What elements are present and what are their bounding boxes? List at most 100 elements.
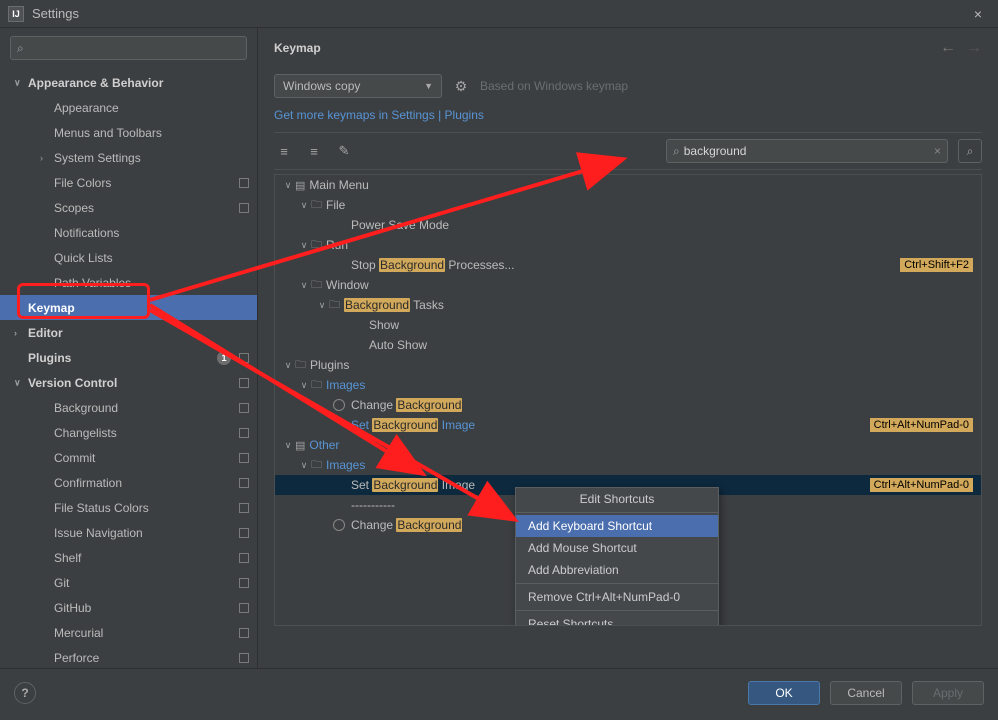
ctx-add-keyboard-shortcut[interactable]: Add Keyboard Shortcut: [516, 515, 718, 537]
sidebar-item-label: Keymap: [28, 301, 75, 315]
tree-row[interactable]: ∨🗀File: [275, 195, 981, 215]
nav-back-icon[interactable]: ←: [940, 39, 956, 57]
project-scope-icon: [239, 553, 249, 563]
action-search-input[interactable]: [684, 144, 930, 158]
sidebar-search-input[interactable]: [28, 41, 240, 55]
plugin-update-badge: 1: [217, 351, 231, 365]
project-scope-icon: [239, 578, 249, 588]
ctx-remove-shortcut[interactable]: Remove Ctrl+Alt+NumPad-0: [516, 586, 718, 608]
sidebar-item-label: Scopes: [54, 201, 94, 215]
sidebar-item-issue-navigation[interactable]: Issue Navigation: [0, 520, 257, 545]
more-keymaps-link[interactable]: Get more keymaps in Settings | Plugins: [274, 108, 484, 122]
sidebar-item-label: Git: [54, 576, 69, 590]
project-scope-icon: [239, 628, 249, 638]
sidebar-item-perforce[interactable]: Perforce: [0, 645, 257, 668]
tree-row[interactable]: Set Background ImageCtrl+Alt+NumPad-0: [275, 415, 981, 435]
search-icon: ⌕: [673, 144, 680, 159]
sidebar-item-mercurial[interactable]: Mercurial: [0, 620, 257, 645]
sidebar-nav: ∨Appearance & Behavior Appearance Menus …: [0, 66, 257, 668]
ctx-add-abbreviation[interactable]: Add Abbreviation: [516, 559, 718, 581]
sidebar-item-quick-lists[interactable]: Quick Lists: [0, 245, 257, 270]
clear-search-icon[interactable]: ×: [934, 144, 941, 158]
tree-row[interactable]: Stop Background Processes...Ctrl+Shift+F…: [275, 255, 981, 275]
search-icon: ⌕: [17, 41, 24, 56]
ctx-add-mouse-shortcut[interactable]: Add Mouse Shortcut: [516, 537, 718, 559]
sidebar-item-github[interactable]: GitHub: [0, 595, 257, 620]
more-keymaps-link-row: Get more keymaps in Settings | Plugins: [258, 104, 998, 132]
ctx-header: Edit Shortcuts: [516, 488, 718, 510]
sidebar-item-notifications[interactable]: Notifications: [0, 220, 257, 245]
expand-all-icon[interactable]: ≡: [274, 144, 294, 159]
tree-row[interactable]: ∨🗀Background Tasks: [275, 295, 981, 315]
find-by-shortcut-icon[interactable]: ⌕: [958, 139, 982, 163]
radio-icon: [333, 399, 345, 411]
cancel-button[interactable]: Cancel: [830, 681, 902, 705]
sidebar-item-label: Path Variables: [54, 276, 131, 290]
sidebar-item-git[interactable]: Git: [0, 570, 257, 595]
sidebar-item-changelists[interactable]: Changelists: [0, 420, 257, 445]
gear-icon[interactable]: ⚙: [452, 78, 470, 95]
sidebar-item-label: Plugins: [28, 351, 71, 365]
sidebar-item-commit[interactable]: Commit: [0, 445, 257, 470]
nav-forward-icon[interactable]: →: [966, 39, 982, 57]
tree-row[interactable]: ∨🗀Run: [275, 235, 981, 255]
tree-row[interactable]: Power Save Mode: [275, 215, 981, 235]
shortcut-badge: Ctrl+Alt+NumPad-0: [870, 418, 973, 432]
folder-icon: 🗀: [311, 456, 322, 475]
sidebar-item-path-variables[interactable]: Path Variables: [0, 270, 257, 295]
collapse-all-icon[interactable]: ≡: [304, 144, 324, 159]
project-scope-icon: [239, 378, 249, 388]
apply-button[interactable]: Apply: [912, 681, 984, 705]
tree-row[interactable]: Auto Show: [275, 335, 981, 355]
tree-row[interactable]: ∨🗀Window: [275, 275, 981, 295]
folder-icon: 🗀: [295, 356, 306, 375]
project-scope-icon: [239, 353, 249, 363]
sidebar-item-scopes[interactable]: Scopes: [0, 195, 257, 220]
sidebar-item-label: Quick Lists: [54, 251, 113, 265]
keymap-toolbar: Windows copy ▼ ⚙ Based on Windows keymap: [258, 68, 998, 104]
sidebar-item-system-settings[interactable]: ›System Settings: [0, 145, 257, 170]
settings-main: Keymap ← → Windows copy ▼ ⚙ Based on Win…: [258, 28, 998, 668]
sidebar-item-label: Shelf: [54, 551, 81, 565]
edit-icon[interactable]: ✎: [334, 143, 354, 159]
tree-row[interactable]: Change Background: [275, 395, 981, 415]
ctx-reset-shortcuts[interactable]: Reset Shortcuts: [516, 613, 718, 626]
project-scope-icon: [239, 428, 249, 438]
sidebar-item-label: Background: [54, 401, 118, 415]
close-icon[interactable]: ×: [966, 6, 990, 22]
action-search[interactable]: ⌕ ×: [666, 139, 948, 163]
sidebar-item-appearance[interactable]: Appearance: [0, 95, 257, 120]
tree-row[interactable]: ∨▤Other: [275, 435, 981, 455]
tree-row[interactable]: ∨🗀Images: [275, 455, 981, 475]
tree-row[interactable]: ∨🗀Images: [275, 375, 981, 395]
keymap-selector[interactable]: Windows copy ▼: [274, 74, 442, 98]
radio-icon: [333, 519, 345, 531]
project-scope-icon: [239, 603, 249, 613]
folder-icon: 🗀: [311, 196, 322, 215]
help-button[interactable]: ?: [14, 682, 36, 704]
sidebar-item-menus-toolbars[interactable]: Menus and Toolbars: [0, 120, 257, 145]
sidebar-search[interactable]: ⌕: [10, 36, 247, 60]
sidebar-item-label: Commit: [54, 451, 95, 465]
sidebar-item-confirmation[interactable]: Confirmation: [0, 470, 257, 495]
sidebar-item-file-colors[interactable]: File Colors: [0, 170, 257, 195]
folder-icon: ▤: [295, 179, 305, 192]
sidebar-item-file-status-colors[interactable]: File Status Colors: [0, 495, 257, 520]
ok-button[interactable]: OK: [748, 681, 820, 705]
sidebar-item-background[interactable]: Background: [0, 395, 257, 420]
tree-row[interactable]: ∨▤Main Menu: [275, 175, 981, 195]
sidebar-item-keymap[interactable]: Keymap: [0, 295, 257, 320]
sidebar-item-editor[interactable]: ›Editor: [0, 320, 257, 345]
sidebar-item-label: GitHub: [54, 601, 91, 615]
sidebar-item-appearance-behavior[interactable]: ∨Appearance & Behavior: [0, 70, 257, 95]
tree-row[interactable]: ∨🗀Plugins: [275, 355, 981, 375]
sidebar-item-plugins[interactable]: Plugins 1: [0, 345, 257, 370]
tree-row[interactable]: Show: [275, 315, 981, 335]
sidebar-item-version-control[interactable]: ∨Version Control: [0, 370, 257, 395]
folder-icon: ▤: [295, 439, 305, 452]
sidebar-item-shelf[interactable]: Shelf: [0, 545, 257, 570]
project-scope-icon: [239, 478, 249, 488]
app-icon: IJ: [8, 6, 24, 22]
settings-sidebar: ⌕ ∨Appearance & Behavior Appearance Menu…: [0, 28, 258, 668]
dialog-footer: ? OK Cancel Apply: [0, 668, 998, 716]
